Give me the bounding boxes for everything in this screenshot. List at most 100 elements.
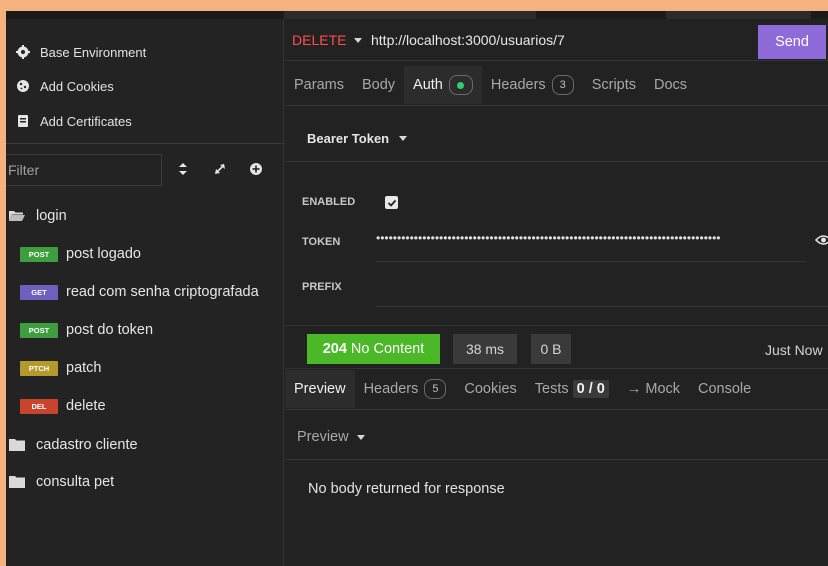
tab-cookies[interactable]: Cookies: [455, 370, 525, 408]
response-tabs: Preview Headers 5 Cookies Tests 0 / 0 → …: [285, 370, 828, 408]
tab-label: Body: [361, 77, 396, 93]
app-window: Base Environment Add Cookies Add Certifi…: [6, 11, 828, 566]
add-circle-icon[interactable]: [248, 161, 264, 177]
status-code: 204: [322, 341, 347, 357]
request-label: read com senha criptografada: [66, 284, 259, 300]
method-badge-patch: PTCH: [20, 360, 58, 376]
auth-active-dot-icon: [448, 75, 473, 95]
cookie-icon: [16, 79, 30, 93]
method-badge-get: GET: [20, 284, 58, 300]
filter-row: Filter: [6, 154, 284, 188]
preview-mode-label: Preview: [297, 429, 349, 445]
folder-label: login: [36, 208, 67, 224]
tab-mock[interactable]: → Mock: [618, 370, 689, 408]
sort-icon[interactable]: [175, 161, 191, 177]
add-certificates-item[interactable]: Add Certificates: [16, 111, 132, 131]
method-label: DELETE: [292, 32, 347, 48]
tab-tests[interactable]: Tests 0 / 0: [526, 370, 618, 408]
request-read-com-senha[interactable]: GET read com senha criptografada: [6, 280, 284, 304]
filter-input[interactable]: Filter: [6, 154, 162, 186]
tab-params[interactable]: Params: [285, 66, 353, 104]
tab-label: Docs: [654, 77, 688, 93]
sidebar: Base Environment Add Cookies Add Certifi…: [6, 19, 284, 566]
token-label: TOKEN: [302, 236, 341, 248]
folder-cadastro-cliente[interactable]: cadastro cliente: [6, 433, 284, 457]
certificate-icon: [16, 114, 30, 128]
status-badge: 204 No Content: [307, 334, 440, 364]
request-post-do-token[interactable]: POST post do token: [6, 318, 284, 342]
chevron-down-icon: [399, 136, 408, 141]
response-headers-count-badge: 5: [424, 379, 447, 399]
headers-count-badge: 3: [551, 75, 574, 95]
tab-label: Headers: [490, 77, 546, 93]
expand-icon[interactable]: [212, 161, 228, 177]
url-bar: DELETE http://localhost:3000/usuarios/7 …: [285, 19, 828, 61]
auth-type-select[interactable]: Bearer Token: [307, 131, 408, 146]
folder-label: consulta pet: [36, 474, 115, 490]
chevron-down-icon: [356, 434, 365, 440]
auth-type-label: Bearer Token: [307, 131, 390, 146]
token-input[interactable]: ••••••••••••••••••••••••••••••••••••••••…: [376, 231, 802, 245]
tab-label: Tests: [534, 381, 569, 397]
method-badge-post: POST: [20, 246, 58, 262]
eye-icon[interactable]: [815, 233, 828, 247]
tab-scripts[interactable]: Scripts: [583, 66, 645, 104]
request-label: post do token: [66, 322, 154, 338]
folder-login[interactable]: login: [6, 204, 284, 228]
request-tabs: Params Body Auth Headers 3 Scripts Docs: [285, 66, 828, 104]
folder-icon: [9, 476, 25, 488]
tab-preview[interactable]: Preview: [285, 370, 355, 408]
response-status-bar: 204 No Content 38 ms 0 B Just Now: [285, 325, 828, 369]
request-label: delete: [66, 398, 106, 414]
request-label: post logado: [66, 246, 141, 262]
request-patch[interactable]: PTCH patch: [6, 356, 284, 380]
method-select[interactable]: DELETE: [292, 32, 363, 48]
tab-label: Console: [698, 381, 752, 397]
sidebar-divider: [6, 143, 284, 144]
status-text: No Content: [350, 341, 425, 357]
tab-label: Params: [294, 77, 344, 93]
top-strip: [6, 11, 828, 19]
check-icon: [387, 199, 396, 207]
response-timestamp-select[interactable]: Just Now: [765, 342, 828, 358]
tab-auth[interactable]: Auth: [404, 66, 482, 104]
tab-label: Scripts: [591, 77, 637, 93]
tab-headers[interactable]: Headers 3: [482, 66, 583, 104]
folder-label: cadastro cliente: [36, 437, 138, 453]
filter-placeholder: Filter: [8, 162, 40, 178]
main-panel: DELETE http://localhost:3000/usuarios/7 …: [285, 19, 828, 566]
request-delete[interactable]: DEL delete: [6, 394, 284, 418]
add-cookies-item[interactable]: Add Cookies: [16, 76, 114, 96]
tab-label: Preview: [294, 381, 346, 397]
auth-type-divider: [285, 161, 828, 162]
add-cookies-label: Add Cookies: [40, 78, 114, 94]
base-environment-item[interactable]: Base Environment: [16, 42, 146, 62]
empty-response-message: No body returned for response: [308, 481, 505, 497]
preview-divider: [285, 459, 828, 460]
preview-mode-select[interactable]: Preview: [297, 429, 365, 445]
prefix-label: PREFIX: [302, 281, 342, 293]
tab-body[interactable]: Body: [353, 66, 404, 104]
add-certificates-label: Add Certificates: [40, 113, 132, 129]
tab-label: → Mock: [626, 381, 681, 397]
tab-response-headers[interactable]: Headers 5: [355, 370, 456, 408]
folder-consulta-pet[interactable]: consulta pet: [6, 470, 284, 494]
url-input[interactable]: http://localhost:3000/usuarios/7: [371, 32, 565, 48]
folder-icon: [9, 439, 25, 451]
enabled-label: ENABLED: [302, 196, 356, 208]
timestamp-label: Just Now: [765, 342, 823, 358]
request-post-logado[interactable]: POST post logado: [6, 242, 284, 266]
token-underline: [376, 261, 806, 262]
tab-docs[interactable]: Docs: [645, 66, 696, 104]
request-label: patch: [66, 360, 102, 376]
tab-label: Auth: [413, 77, 443, 93]
folder-open-icon: [9, 211, 25, 221]
enabled-checkbox[interactable]: [385, 196, 398, 209]
send-button[interactable]: Send: [758, 25, 826, 59]
chevron-down-icon: [354, 37, 363, 43]
method-badge-post: POST: [20, 322, 58, 338]
tabs-divider: [285, 105, 828, 106]
tab-console[interactable]: Console: [689, 370, 760, 408]
prefix-input[interactable]: [376, 306, 828, 307]
tab-label: Headers: [363, 381, 419, 397]
